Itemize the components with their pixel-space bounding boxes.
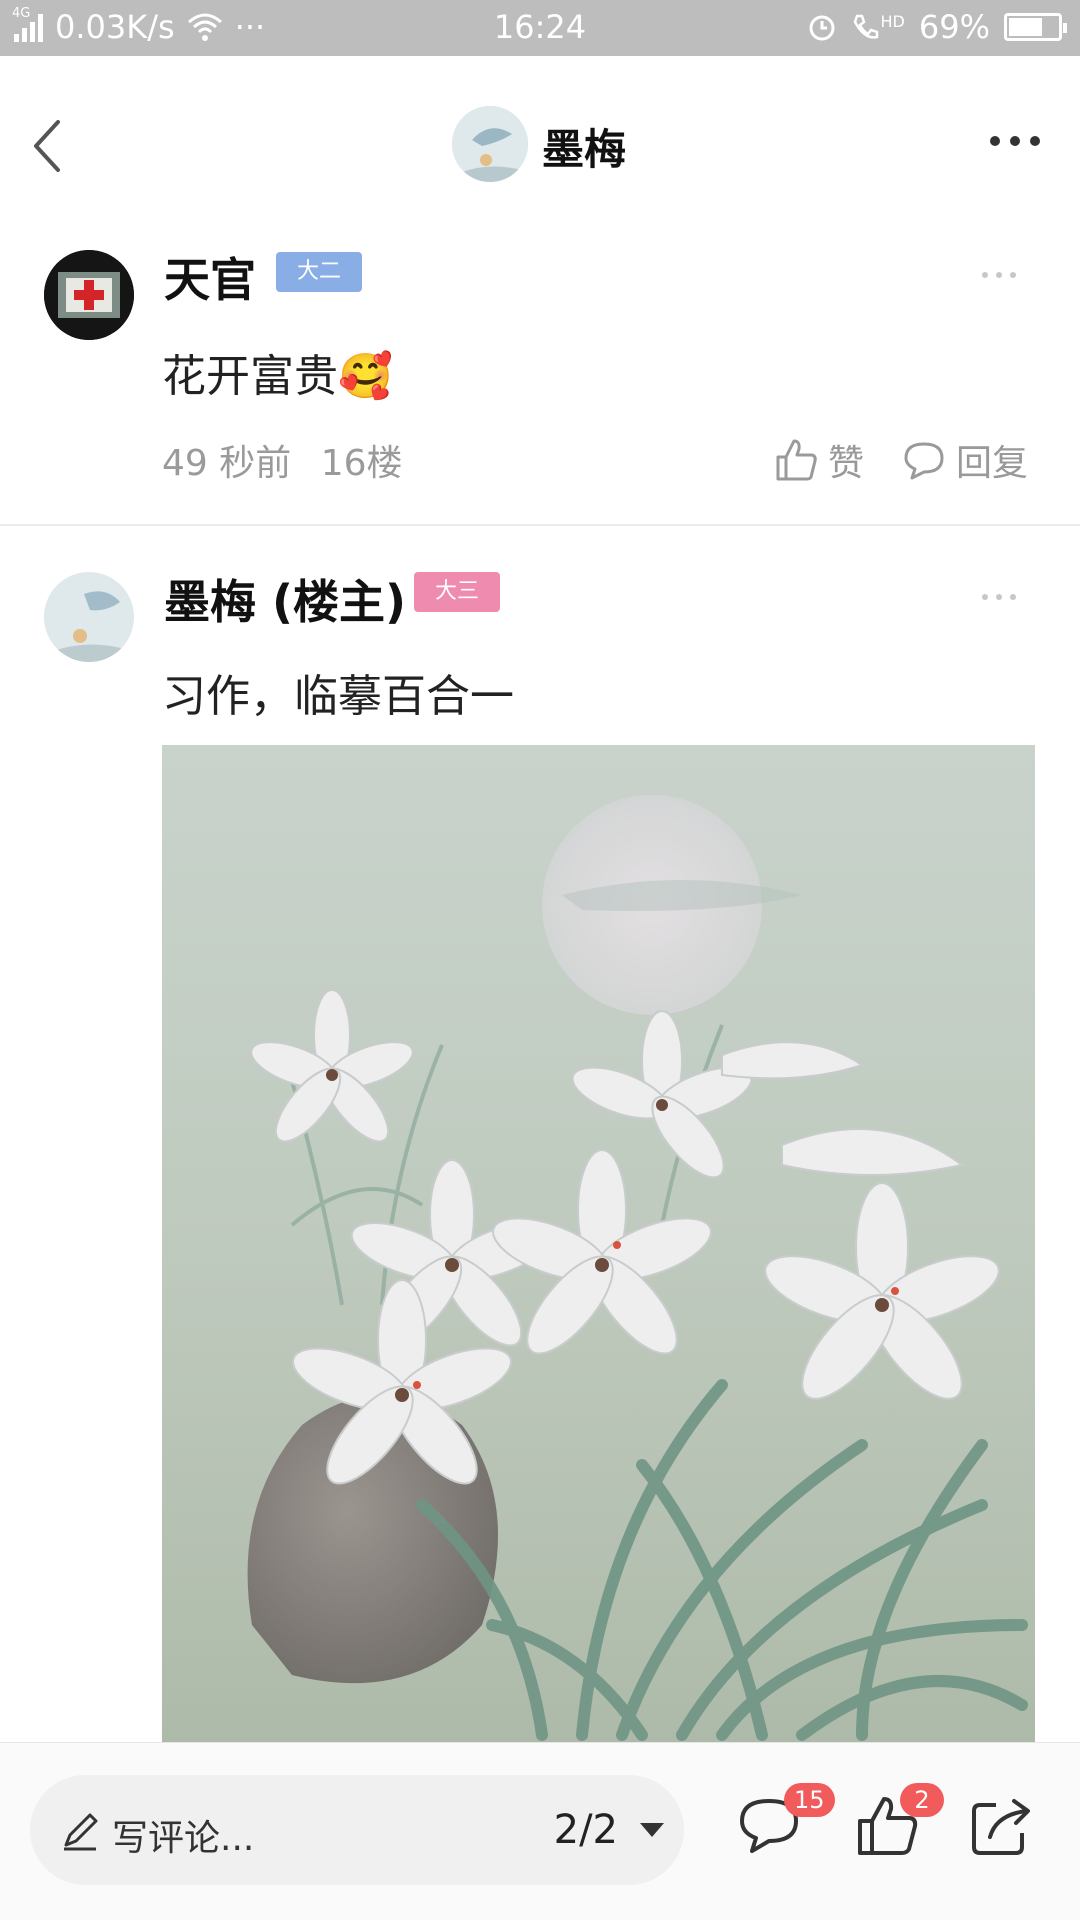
share-icon[interactable] — [966, 1791, 1036, 1861]
comment-bubble-icon — [904, 442, 944, 480]
level-badge: 大三 — [414, 572, 500, 612]
hd-label: HD — [880, 12, 905, 31]
avatar-image — [452, 106, 528, 182]
page-indicator[interactable]: 2/2 — [554, 1807, 618, 1853]
comment-input[interactable]: 写评论... 2/2 — [30, 1775, 684, 1885]
header-avatar[interactable] — [452, 106, 528, 182]
post-meta: 49 秒前 16楼 — [162, 434, 403, 486]
post-image[interactable] — [162, 745, 1035, 1743]
user-avatar[interactable] — [44, 572, 134, 662]
battery-icon — [1004, 13, 1067, 41]
alarm-icon — [809, 15, 835, 41]
post-divider — [0, 524, 1080, 526]
post-menu-icon[interactable] — [982, 594, 1016, 600]
post-content: 花开富贵🥰 — [162, 340, 393, 404]
lily-painting — [162, 745, 1035, 1743]
comment-placeholder: 写评论... — [112, 1818, 255, 1859]
status-right: HD 69% — [807, 8, 1067, 46]
post-text: 花开富贵 — [162, 351, 338, 402]
level-badge: 大二 — [276, 252, 362, 292]
reply-label: 回复 — [956, 443, 1029, 484]
floor-number: 16楼 — [320, 443, 403, 484]
username[interactable]: 天官 — [164, 244, 256, 310]
bottom-toolbar: 写评论... 2/2 15 2 — [0, 1742, 1080, 1920]
like-count-badge: 2 — [900, 1783, 944, 1817]
status-bar: 4G 0.03K/s ··· 16:24 HD 69% — [0, 0, 1080, 56]
call-hd-icon: HD — [851, 12, 905, 42]
more-options-icon[interactable] — [990, 136, 1040, 146]
avatar-image — [44, 572, 134, 662]
caret-down-icon[interactable] — [640, 1823, 664, 1837]
post-time: 49 秒前 — [162, 443, 292, 484]
username[interactable]: 墨梅 (楼主) — [164, 566, 406, 632]
reply-button[interactable]: 回复 — [902, 434, 1028, 486]
post-menu-icon[interactable] — [982, 272, 1016, 278]
blushing-emoji-icon: 🥰 — [338, 351, 393, 402]
back-arrow-icon[interactable] — [28, 116, 68, 176]
like-button[interactable]: 赞 — [774, 434, 864, 486]
thread-title[interactable]: 墨梅 — [542, 116, 626, 177]
pen-icon — [64, 1813, 98, 1851]
user-avatar[interactable] — [44, 250, 134, 340]
battery-percent: 69% — [918, 8, 990, 46]
like-label: 赞 — [828, 443, 865, 484]
comment-count-badge: 15 — [784, 1783, 835, 1817]
thread-header: 墨梅 — [0, 70, 1080, 220]
post-text: 习作，临摹百合一 — [162, 671, 514, 722]
thumbs-up-icon — [776, 439, 817, 481]
red-cross-icon — [44, 250, 134, 340]
